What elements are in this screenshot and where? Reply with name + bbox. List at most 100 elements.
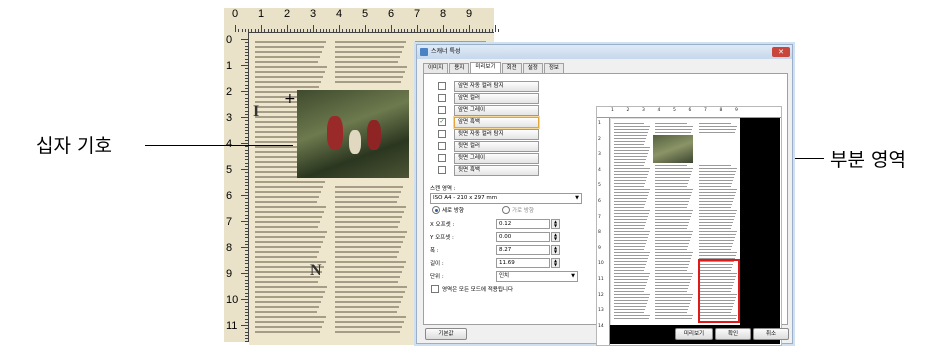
- ruler-tick: [241, 117, 248, 118]
- dialog-titlebar[interactable]: 스캐너 특성 ✕: [417, 45, 792, 59]
- ruler-tick: [371, 29, 373, 32]
- ruler-tick: [245, 321, 248, 323]
- width-stepper[interactable]: ▲ ▼: [551, 245, 560, 255]
- ruler-tick: [267, 29, 269, 32]
- ruler-tick: [245, 308, 248, 310]
- length-label: 길이 :: [430, 261, 444, 267]
- ruler-tick: [245, 61, 248, 63]
- close-button[interactable]: ✕: [772, 47, 790, 57]
- ruler-number: 2: [226, 86, 233, 98]
- tab-paper[interactable]: 용지: [449, 63, 470, 73]
- length-field[interactable]: 11.69: [496, 258, 550, 268]
- option-checkbox-checked[interactable]: ✓: [438, 118, 446, 126]
- ruler-tick: [270, 29, 272, 32]
- option-front-bw[interactable]: 앞면 흑백: [454, 116, 539, 128]
- ruler-tick: [423, 29, 425, 32]
- tab-info[interactable]: 정보: [543, 63, 564, 73]
- ruler-tick: [283, 29, 285, 32]
- option-checkbox[interactable]: [438, 106, 446, 114]
- option-checkbox[interactable]: [438, 94, 446, 102]
- ruler-tick: [245, 149, 248, 151]
- ruler-tick: [475, 29, 477, 32]
- preview-text-line: [614, 282, 647, 283]
- preview-text-line: [699, 255, 736, 256]
- preview-button[interactable]: 미리보기: [675, 328, 713, 340]
- option-front-gray[interactable]: 앞면 그레이: [454, 104, 539, 116]
- text-line: [335, 41, 406, 43]
- preview-text-line: [614, 297, 649, 298]
- region-callout-label: 부분 영역: [830, 149, 906, 171]
- preview-text-line: [655, 315, 693, 316]
- length-stepper[interactable]: ▲ ▼: [551, 258, 560, 268]
- text-line: [255, 191, 321, 193]
- option-back-gray[interactable]: 뒷면 그레이: [454, 152, 539, 164]
- preview-text-line: [614, 246, 645, 247]
- scan-area-select[interactable]: ISO A4 - 210 x 297 mm ▼: [430, 193, 582, 204]
- text-line: [255, 216, 322, 218]
- ruler-tick: [245, 201, 248, 203]
- y-offset-stepper[interactable]: ▲ ▼: [551, 232, 560, 242]
- scan-preview-area[interactable]: 123456789 1 2 3 4 5 6 7 8 9 10 11 12 13 14: [596, 106, 782, 346]
- text-line: [415, 41, 486, 43]
- option-checkbox[interactable]: [438, 154, 446, 162]
- x-offset-field[interactable]: 0.12: [496, 219, 550, 229]
- default-button[interactable]: 기본값: [425, 328, 467, 340]
- ok-button[interactable]: 확인: [715, 328, 751, 340]
- ruler-tick: [488, 29, 490, 32]
- option-front-color[interactable]: 앞면 컬러: [454, 92, 539, 104]
- cancel-button[interactable]: 취소: [753, 328, 789, 340]
- landscape-radio[interactable]: [502, 206, 510, 214]
- ruler-tick: [245, 81, 248, 83]
- preview-text-line: [699, 177, 734, 178]
- preview-text-line: [699, 237, 735, 238]
- preview-text-line: [614, 288, 645, 289]
- option-checkbox[interactable]: [438, 82, 446, 90]
- ruler-tick: [245, 156, 248, 157]
- preview-text-line: [655, 261, 690, 262]
- unit-select[interactable]: 인치 ▼: [496, 271, 578, 282]
- option-checkbox[interactable]: [438, 166, 446, 174]
- y-offset-field[interactable]: 0.00: [496, 232, 550, 242]
- x-offset-stepper[interactable]: ▲ ▼: [551, 219, 560, 229]
- preview-text-line: [614, 228, 644, 229]
- ruler-tick: [245, 178, 248, 180]
- crosshair-callout-label: 십자 기호: [36, 135, 112, 157]
- option-back-color[interactable]: 뒷면 컬러: [454, 140, 539, 152]
- option-checkbox[interactable]: [438, 142, 446, 150]
- preview-text-line: [655, 129, 692, 130]
- preview-text-line: [655, 270, 687, 271]
- ruler-tick: [245, 292, 248, 294]
- width-field[interactable]: 8.27: [496, 245, 550, 255]
- text-line: [255, 311, 317, 313]
- tab-image[interactable]: 이미지: [423, 63, 449, 73]
- ruler-tick: [245, 52, 248, 53]
- ruler-tick: [261, 25, 262, 32]
- ruler-tick: [482, 29, 483, 32]
- preview-text-line: [655, 201, 689, 202]
- text-line: [255, 226, 318, 228]
- ruler-tick: [355, 29, 357, 32]
- ruler-tick: [245, 68, 248, 70]
- ruler-tick: [426, 29, 428, 32]
- ruler-tick: [245, 227, 248, 229]
- tab-settings[interactable]: 설정: [522, 63, 543, 73]
- ruler-tick: [462, 29, 464, 32]
- preview-text-line: [614, 174, 648, 175]
- horizontal-ruler: 0 1 2 3 4 5 6 7 8 9: [224, 8, 500, 33]
- option-front-auto-color[interactable]: 앞면 자동 컬러 탐지: [454, 80, 539, 92]
- tab-preview[interactable]: 미리보기: [470, 62, 501, 73]
- ruler-tick: [245, 45, 248, 47]
- preview-text-line: [699, 186, 731, 187]
- portrait-radio[interactable]: [432, 206, 440, 214]
- text-line: [335, 51, 402, 53]
- partial-region-box[interactable]: [698, 259, 740, 323]
- option-checkbox[interactable]: [438, 130, 446, 138]
- preview-ruler-number: 10: [598, 261, 604, 267]
- option-back-bw[interactable]: 뒷면 흑백: [454, 164, 539, 176]
- tab-rotation[interactable]: 회전: [501, 63, 522, 73]
- apply-all-checkbox[interactable]: [431, 285, 439, 293]
- preview-text-line: [699, 183, 732, 184]
- ruler-tick: [326, 29, 327, 32]
- option-back-auto-color[interactable]: 뒷면 자동 컬러 탐지: [454, 128, 539, 140]
- text-line: [255, 291, 325, 293]
